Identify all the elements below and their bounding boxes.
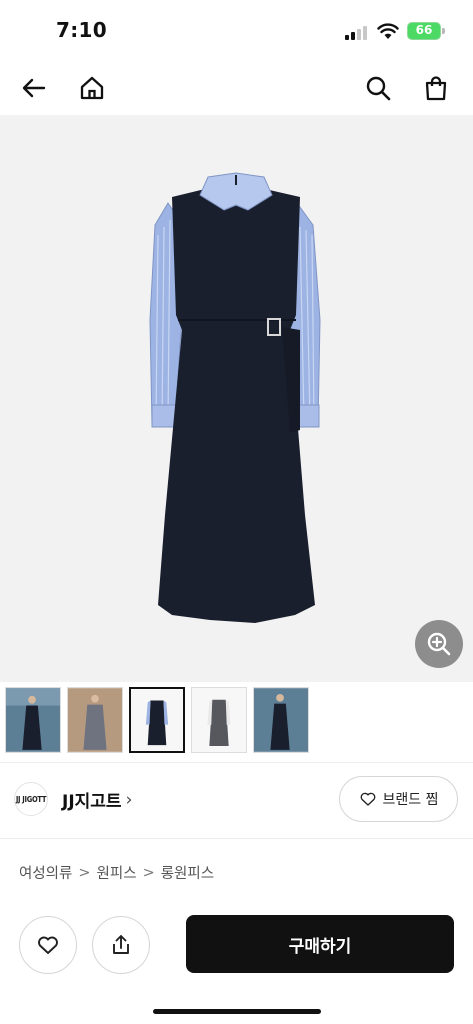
cart-button[interactable] [418,70,454,106]
back-button[interactable] [16,70,52,106]
thumbnail-image [254,688,308,752]
share-button[interactable] [92,916,150,974]
status-bar: 7:10 66 [0,0,473,62]
thumbnail-5[interactable] [253,687,309,753]
thumbnail-4[interactable] [191,687,247,753]
back-arrow-icon [22,78,46,98]
buy-button[interactable]: 구매하기 [186,915,454,973]
brand-like-label: 브랜드 찜 [382,792,439,808]
battery-cap [442,28,445,34]
thumbnail-image [6,688,60,752]
shopping-bag-icon [425,76,447,101]
battery-level: 66 [415,23,433,37]
thumbnail-3[interactable] [129,687,185,753]
thumbnail-image [68,688,122,752]
nav-bar [0,62,473,114]
breadcrumb-separator: > [78,864,91,881]
search-button[interactable] [360,70,396,106]
breadcrumb-item[interactable]: 여성의류 [19,862,72,883]
breadcrumb-separator: > [142,864,155,881]
bottom-action-bar: 구매하기 [0,906,473,1024]
brand-logo[interactable]: JJ JIGOTT [14,782,48,816]
heart-icon [38,936,58,954]
wishlist-button[interactable] [19,916,77,974]
search-icon [366,76,391,101]
zoom-in-icon [427,632,451,656]
brand-name: JJ지고트 [62,792,122,812]
wifi-icon [377,23,399,39]
brand-like-button[interactable]: 브랜드 찜 [339,776,458,822]
divider [0,838,473,839]
brand-link[interactable]: JJ지고트 › [62,787,133,813]
brand-row: JJ JIGOTT JJ지고트 › 브랜드 찜 [0,765,473,835]
product-image[interactable] [0,115,473,682]
share-icon [113,935,129,954]
thumbnail-image [192,688,246,752]
breadcrumb-item[interactable]: 롱원피스 [161,862,214,883]
heart-icon [360,792,375,806]
thumbnail-1[interactable] [5,687,61,753]
thumbnail-2[interactable] [67,687,123,753]
signal-icon [345,26,367,40]
dress-image [149,172,321,623]
breadcrumb-item[interactable]: 원피스 [97,862,137,883]
home-icon [80,76,104,100]
divider [0,762,473,763]
home-indicator [153,1009,321,1014]
chevron-right-icon: › [125,789,133,810]
status-time: 7:10 [56,18,107,42]
home-button[interactable] [74,70,110,106]
battery-icon: 66 [407,22,441,40]
zoom-button[interactable] [415,620,463,668]
thumbnail-strip [0,683,473,757]
breadcrumb: 여성의류 > 원피스 > 롱원피스 [19,862,214,883]
thumbnail-image [131,689,183,751]
